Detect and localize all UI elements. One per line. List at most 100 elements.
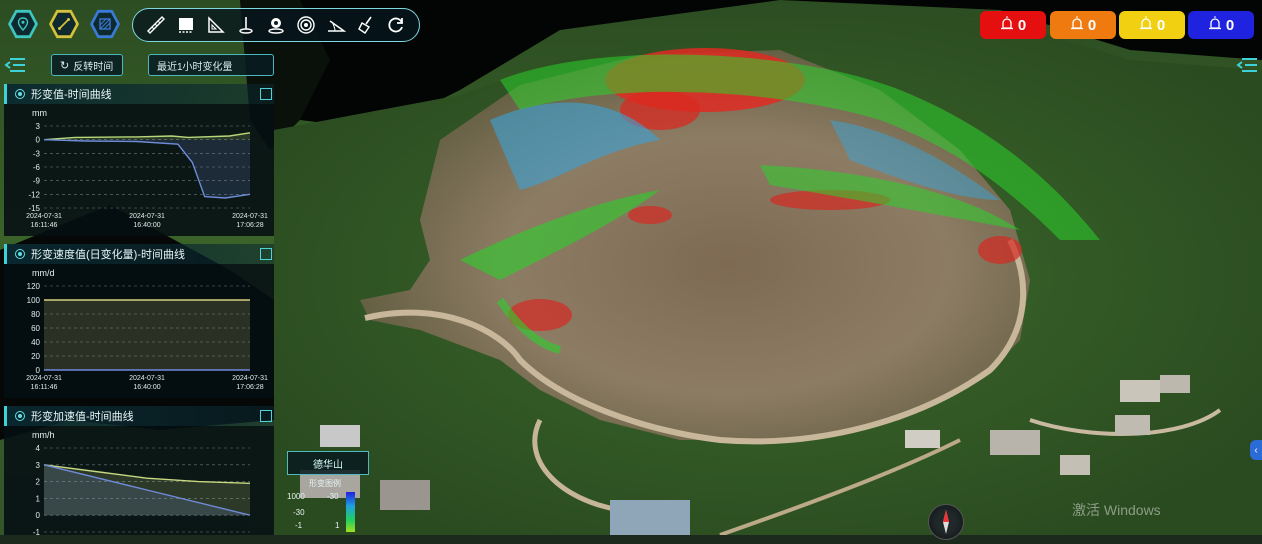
right-panel-toggle[interactable]	[1236, 56, 1258, 74]
y-tick-label: 80	[31, 310, 40, 319]
menu-collapse-icon	[4, 58, 25, 72]
y-tick-label: 1	[36, 494, 41, 503]
axis-unit-label: mm	[32, 108, 47, 118]
legend-value: -30	[293, 508, 305, 517]
legend-value: 1	[335, 521, 340, 530]
reverse-time-label: 反转时间	[73, 61, 114, 73]
clear-broom-icon	[358, 16, 372, 34]
windows-activation-watermark: 激活 Windows	[1072, 502, 1161, 518]
location-pin-icon	[11, 12, 35, 36]
left-panel-toggle[interactable]	[4, 56, 26, 74]
x-tick-label: 16:11:46	[31, 222, 58, 229]
y-tick-label: 40	[31, 338, 40, 347]
alarm-badge-orange[interactable]: 0	[1050, 11, 1116, 39]
alarm-count: 0	[1087, 16, 1097, 34]
y-tick-label: -1	[33, 528, 41, 535]
site-name-tag[interactable]: 德华山	[287, 451, 369, 475]
x-tick-label: 16:40:00	[133, 222, 160, 229]
chevron-left-icon: ‹	[1254, 444, 1258, 456]
alarm-badge-yellow[interactable]: 0	[1119, 11, 1185, 39]
expand-icon[interactable]	[260, 248, 272, 260]
x-tick-label: 2024-07-31	[129, 375, 165, 382]
refresh-icon	[388, 17, 403, 33]
y-tick-label: 100	[27, 296, 41, 305]
x-tick-label: 16:11:46	[31, 384, 58, 391]
legend-colorbar	[346, 492, 355, 532]
layer-square-icon	[179, 18, 193, 33]
x-tick-label: 2024-07-31	[26, 213, 62, 220]
y-tick-label: 0	[36, 366, 41, 375]
x-tick-label: 16:40:00	[133, 384, 160, 391]
alarm-light-icon	[1000, 16, 1014, 34]
expand-icon[interactable]	[260, 410, 272, 422]
x-tick-label: 2024-07-31	[232, 213, 268, 220]
alarm-light-icon	[1208, 16, 1222, 34]
panel-header: 形变速度值(日变化量)-时间曲线	[4, 244, 274, 264]
ruler-icon	[147, 16, 165, 34]
alarm-badge-blue[interactable]: 0	[1188, 11, 1254, 39]
alarm-count: 0	[1017, 16, 1027, 34]
velocity-line-chart: mm/d1201008060402002024-07-3116:11:46202…	[26, 268, 268, 391]
alarm-count: 0	[1225, 16, 1235, 34]
time-range-label: 最近1小时变化量	[157, 61, 233, 73]
legend-title: 形变图例	[309, 479, 341, 488]
right-drawer-handle[interactable]: ‹	[1250, 440, 1262, 460]
eye-target-icon	[268, 18, 284, 34]
angle-measure-icon	[328, 20, 346, 32]
anchor-point-icon	[239, 17, 253, 34]
y-tick-label: -6	[33, 163, 41, 172]
legend-value: -1	[295, 521, 303, 530]
anchor-point-tool-button[interactable]	[235, 14, 257, 36]
deformation-line-chart: mm30-3-6-9-12-152024-07-3116:11:462024-0…	[26, 108, 268, 229]
y-tick-label: 3	[36, 461, 41, 470]
x-tick-label: 2024-07-31	[26, 375, 62, 382]
panel-title: 形变速度值(日变化量)-时间曲线	[31, 249, 185, 261]
triangle-ruler-tool-button[interactable]	[205, 14, 227, 36]
y-tick-label: 120	[27, 282, 41, 291]
expand-icon[interactable]	[260, 88, 272, 100]
eye-target-tool-button[interactable]	[265, 14, 287, 36]
panel-dot-icon	[15, 249, 25, 259]
legend-value: 1000	[287, 492, 305, 501]
site-name: 德华山	[313, 459, 343, 471]
y-tick-label: -3	[33, 149, 41, 158]
axis-unit-label: mm/d	[32, 268, 55, 278]
velocity-chart-panel: 形变速度值(日变化量)-时间曲线 mm/d 120 100 80 60 40 20 0 2024…	[4, 244, 274, 398]
alarm-light-icon	[1139, 16, 1153, 34]
legend-value: -30	[327, 492, 339, 501]
concentric-circles-icon	[297, 16, 315, 34]
deformation-chart-panel: 形变值-时间曲线 mm 3 0 -3 -6 -9 -12 -15 2024-07-31 16:11…	[4, 84, 274, 236]
y-tick-label: 3	[36, 122, 41, 131]
clear-broom-tool-button[interactable]	[355, 14, 377, 36]
panel-title: 形变加速值-时间曲线	[31, 411, 134, 423]
chart-area: mm 3 0 -3 -6 -9 -12 -15 2024-07-31 16:11:46 2024-0…	[4, 104, 274, 236]
y-tick-label: 60	[31, 324, 40, 333]
panel-dot-icon	[15, 411, 25, 421]
ruler-tool-button[interactable]	[145, 14, 167, 36]
panel-header: 形变加速值-时间曲线	[4, 406, 274, 426]
y-tick-label: 4	[36, 444, 41, 453]
time-range-select[interactable]: 最近1小时变化量	[148, 54, 274, 76]
y-tick-label: 20	[31, 352, 40, 361]
panel-dot-icon	[15, 89, 25, 99]
y-tick-label: 0	[36, 511, 41, 520]
menu-expand-icon	[1236, 58, 1257, 72]
x-tick-label: 2024-07-31	[232, 375, 268, 382]
x-tick-label: 17:06:28	[236, 384, 263, 391]
panel-header: 形变值-时间曲线	[4, 84, 274, 104]
layer-square-tool-button[interactable]	[175, 14, 197, 36]
panel-title: 形变值-时间曲线	[31, 89, 112, 101]
x-tick-label: 2024-07-31	[129, 213, 165, 220]
acceleration-line-chart: mm/h 4 3 2 1 0 -1	[32, 430, 251, 537]
reverse-time-button[interactable]: ↻ 反转时间	[51, 54, 123, 76]
measure-line-icon	[52, 12, 76, 36]
angle-measure-tool-button[interactable]	[325, 14, 347, 36]
series-area	[44, 139, 250, 198]
acceleration-chart-panel: 形变加速值-时间曲线 mm/h 4 3 2 1 0 -1	[4, 406, 274, 537]
y-tick-label: 2	[36, 478, 41, 487]
refresh-tool-button[interactable]	[385, 14, 407, 36]
alarm-badge-red[interactable]: 0	[980, 11, 1046, 39]
concentric-circles-tool-button[interactable]	[295, 14, 317, 36]
y-tick-label: -9	[33, 177, 41, 186]
deformation-legend: 形变图例 1000 -30 -30 -1 1	[287, 478, 369, 535]
